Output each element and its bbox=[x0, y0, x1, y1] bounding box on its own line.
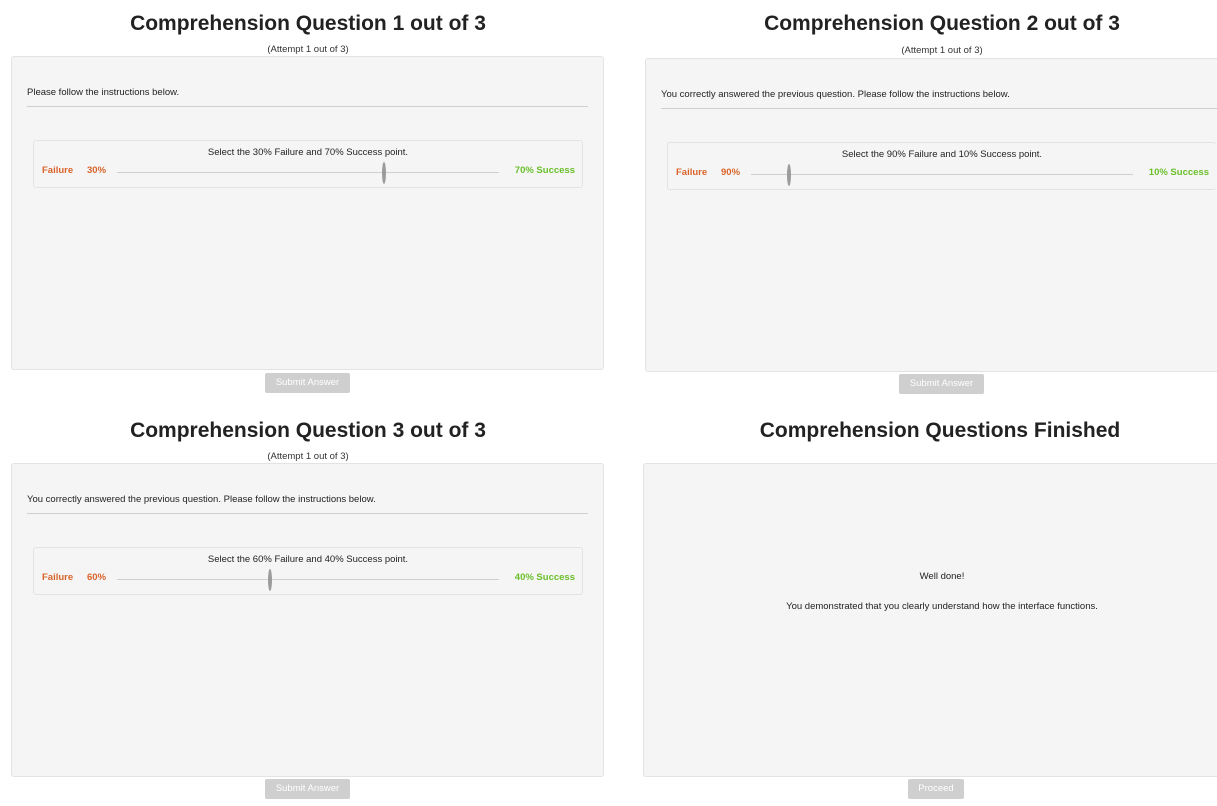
submit-answer-button[interactable]: Submit Answer bbox=[899, 374, 984, 394]
instructions-text: You correctly answered the previous ques… bbox=[27, 494, 588, 514]
question-panel: Please follow the instructions below. Se… bbox=[11, 56, 604, 370]
slider-prompt: Select the 60% Failure and 40% Success p… bbox=[207, 554, 409, 565]
slider-track[interactable] bbox=[751, 174, 1133, 175]
instructions-text: You correctly answered the previous ques… bbox=[661, 89, 1217, 109]
well-done-message: Well done! bbox=[919, 571, 965, 582]
page-title: Comprehension Questions Finished bbox=[759, 419, 1121, 442]
failure-label: Failure bbox=[676, 167, 708, 178]
slider-track[interactable] bbox=[117, 579, 499, 580]
finished-panel: Well done! You demonstrated that you cle… bbox=[643, 463, 1217, 777]
attempt-counter: (Attempt 1 out of 3) bbox=[267, 44, 349, 55]
slider-prompt: Select the 30% Failure and 70% Success p… bbox=[207, 147, 409, 158]
page-title: Comprehension Question 2 out of 3 bbox=[764, 12, 1120, 35]
understanding-message: You demonstrated that you clearly unders… bbox=[786, 601, 1098, 612]
question-panel: You correctly answered the previous ques… bbox=[645, 58, 1217, 372]
failure-percent: 60% bbox=[87, 572, 107, 583]
attempt-counter: (Attempt 1 out of 3) bbox=[267, 451, 349, 462]
failure-percent: 90% bbox=[721, 167, 741, 178]
finished-section: Comprehension Questions Finished Well do… bbox=[640, 407, 1217, 806]
page-title: Comprehension Question 3 out of 3 bbox=[130, 419, 486, 442]
slider-thumb[interactable] bbox=[382, 162, 387, 184]
failure-label: Failure bbox=[42, 572, 74, 583]
slider-track[interactable] bbox=[117, 172, 499, 173]
slider-thumb[interactable] bbox=[787, 164, 792, 186]
question-panel: You correctly answered the previous ques… bbox=[11, 463, 604, 777]
failure-label: Failure bbox=[42, 165, 74, 176]
instructions-text: Please follow the instructions below. bbox=[27, 87, 588, 107]
attempt-counter: (Attempt 1 out of 3) bbox=[901, 45, 983, 56]
question-3-section: Comprehension Question 3 out of 3 (Attem… bbox=[8, 407, 608, 806]
failure-percent: 30% bbox=[87, 165, 107, 176]
submit-answer-button[interactable]: Submit Answer bbox=[265, 779, 350, 799]
slider-thumb[interactable] bbox=[267, 569, 272, 591]
success-label: 40% Success bbox=[514, 572, 575, 583]
page-title: Comprehension Question 1 out of 3 bbox=[130, 12, 486, 35]
success-label: 10% Success bbox=[1148, 167, 1209, 178]
submit-answer-button[interactable]: Submit Answer bbox=[265, 373, 350, 393]
question-1-section: Comprehension Question 1 out of 3 (Attem… bbox=[8, 0, 608, 399]
proceed-button[interactable]: Proceed bbox=[908, 779, 964, 799]
slider-box: Select the 90% Failure and 10% Success p… bbox=[667, 142, 1216, 190]
slider-box: Select the 30% Failure and 70% Success p… bbox=[33, 140, 583, 188]
question-2-section: Comprehension Question 2 out of 3 (Attem… bbox=[642, 0, 1217, 399]
success-label: 70% Success bbox=[514, 165, 575, 176]
slider-prompt: Select the 90% Failure and 10% Success p… bbox=[841, 149, 1043, 160]
slider-box: Select the 60% Failure and 40% Success p… bbox=[33, 547, 583, 595]
